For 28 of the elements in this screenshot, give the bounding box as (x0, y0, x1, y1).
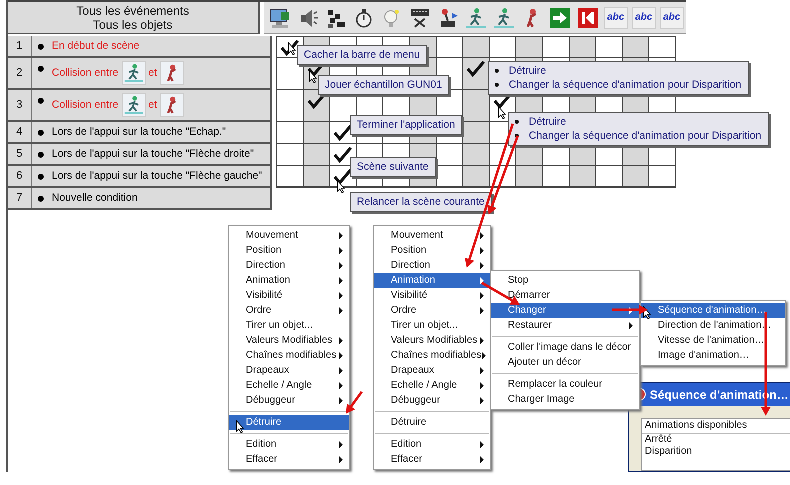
condition-text: Nouvelle condition (52, 191, 138, 205)
condition-text: Lors de l'appui sur la touche "Echap." (52, 125, 226, 139)
condition-text: Lors de l'appui sur la touche "Flèche gauche" (52, 169, 262, 183)
header-label: Tous les objets (93, 18, 173, 32)
action-text: Relancer la scène courante (357, 195, 485, 209)
event-number: 7 (16, 190, 23, 206)
event-number: 3 (16, 98, 23, 113)
action-text: Cacher la barre de menu (304, 48, 420, 62)
event-number: 5 (16, 146, 23, 162)
event-number: 6 (16, 168, 23, 184)
list-header: Animations disponibles (642, 419, 790, 434)
condition-text: En début de scène (52, 39, 140, 53)
condition-text: et (148, 98, 158, 112)
header-label: Tous les événements (76, 4, 190, 18)
condition-text: et (148, 66, 158, 80)
condition-text: Lors de l'appui sur la touche "Flèche droite" (52, 147, 254, 161)
event-number: 4 (16, 124, 23, 140)
condition-text: Collision entre (52, 66, 119, 80)
event-number: 1 (16, 38, 23, 54)
action-text: Terminer l'application (357, 118, 456, 132)
action-text: Scène suivante (357, 160, 429, 174)
action-text: Jouer échantillon GUN01 (325, 78, 442, 92)
action-text: Changer la séquence d'animation pour Disparition (529, 129, 762, 143)
action-text: Détruire (529, 115, 566, 129)
condition-text: Collision entre (52, 98, 119, 112)
event-number: 2 (16, 66, 23, 81)
action-text: Détruire (509, 64, 546, 78)
action-text: Changer la séquence d'animation pour Disparition (509, 78, 742, 92)
